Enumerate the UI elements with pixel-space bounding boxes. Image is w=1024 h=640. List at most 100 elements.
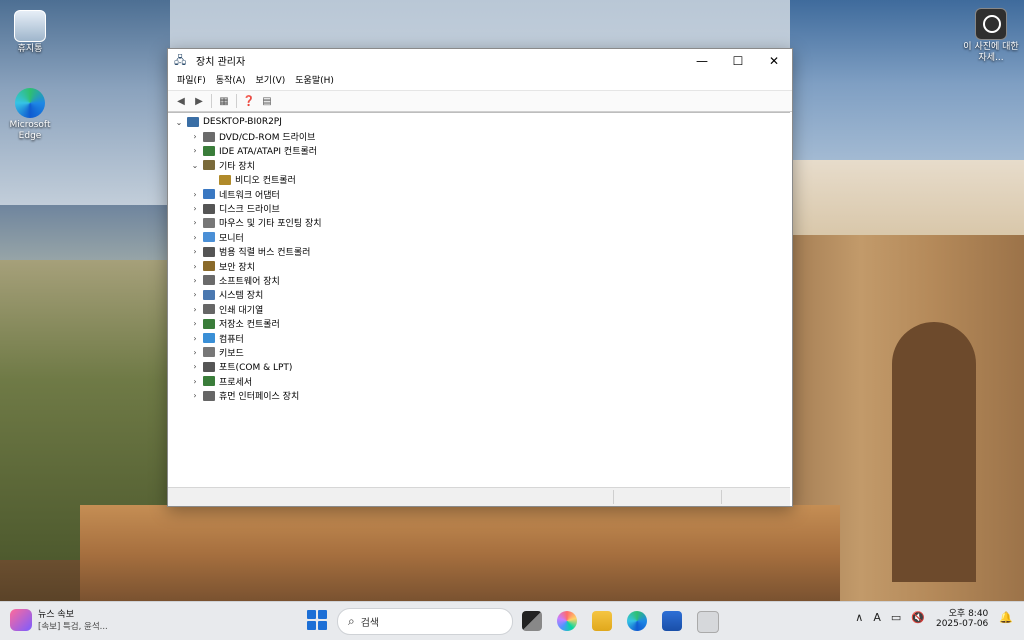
tree-category[interactable]: › IDE ATA/ATAPI 컨트롤러 bbox=[168, 144, 790, 158]
volume-muted-icon[interactable]: 🔇 bbox=[911, 611, 925, 624]
chevron-right-icon[interactable]: › bbox=[190, 276, 200, 285]
chevron-right-icon[interactable]: › bbox=[190, 334, 200, 343]
chevron-right-icon[interactable]: › bbox=[190, 319, 200, 328]
back-arrow-icon[interactable]: ◀ bbox=[172, 93, 190, 109]
tree-root-label: DESKTOP-BI0R2PJ bbox=[203, 117, 282, 128]
chevron-right-icon[interactable]: › bbox=[190, 290, 200, 299]
tree-category[interactable]: › 네트워크 어댑터 bbox=[168, 187, 790, 201]
tree-category[interactable]: ⌄ 기타 장치 bbox=[168, 158, 790, 172]
store-icon[interactable] bbox=[662, 611, 682, 631]
tree-category[interactable]: › 인쇄 대기열 bbox=[168, 302, 790, 316]
tree-category[interactable]: › 마우스 및 기타 포인팅 장치 bbox=[168, 216, 790, 230]
tree-item-label: 프로세서 bbox=[219, 377, 253, 388]
status-bar bbox=[168, 487, 790, 506]
tree-item-label: 시스템 장치 bbox=[219, 291, 264, 302]
close-button[interactable]: ✕ bbox=[756, 49, 792, 72]
chevron-right-icon[interactable]: › bbox=[190, 262, 200, 271]
search-icon: ⌕ bbox=[348, 614, 355, 628]
edge-icon[interactable] bbox=[627, 611, 647, 631]
chevron-right-icon[interactable]: › bbox=[190, 362, 200, 371]
desktop-icon-recycle-bin[interactable]: 휴지통 bbox=[0, 10, 60, 55]
wallpaper-cliff bbox=[80, 505, 840, 601]
news-widget[interactable]: 뉴스 속보 [속보] 특검, 윤석... bbox=[10, 607, 108, 632]
tree-category[interactable]: › 키보드 bbox=[168, 345, 790, 359]
file-explorer-icon[interactable] bbox=[592, 611, 612, 631]
edge-icon bbox=[15, 88, 45, 118]
maximize-button[interactable]: ☐ bbox=[720, 49, 756, 72]
chevron-down-icon[interactable]: ⌄ bbox=[174, 118, 184, 127]
minimize-button[interactable]: — bbox=[684, 49, 720, 72]
desktop-icon-edge[interactable]: Microsoft Edge bbox=[0, 88, 60, 142]
tree-category[interactable]: › DVD/CD-ROM 드라이브 bbox=[168, 129, 790, 143]
status-divider bbox=[613, 490, 614, 504]
view-panel-icon[interactable]: ▤ bbox=[258, 93, 276, 109]
tree-category[interactable]: › 저장소 컨트롤러 bbox=[168, 316, 790, 330]
device-category-icon bbox=[203, 189, 215, 200]
tree-item-label: 인쇄 대기열 bbox=[219, 305, 264, 316]
device-category-icon bbox=[203, 347, 215, 358]
chevron-right-icon[interactable]: › bbox=[190, 146, 200, 155]
ime-indicator[interactable]: A bbox=[873, 611, 881, 624]
news-icon bbox=[10, 608, 32, 631]
windows-logo-icon bbox=[307, 621, 316, 630]
tree-child-item[interactable]: 비디오 컨트롤러 bbox=[168, 173, 790, 187]
tree-category[interactable]: › 프로세서 bbox=[168, 374, 790, 388]
network-icon[interactable]: ▭ bbox=[891, 611, 901, 624]
windows-logo-icon bbox=[318, 621, 327, 630]
tree-category[interactable]: › 범용 직렬 버스 컨트롤러 bbox=[168, 245, 790, 259]
copilot-icon[interactable] bbox=[557, 611, 577, 631]
tree-item-label: 비디오 컨트롤러 bbox=[235, 176, 296, 187]
menu-file[interactable]: 파일(F) bbox=[172, 72, 211, 90]
device-category-icon bbox=[203, 390, 215, 401]
toolbar: ◀ ▶ ▦ ❓ ▤ bbox=[168, 90, 792, 112]
search-box[interactable]: ⌕ 검색 bbox=[337, 608, 513, 635]
menu-view[interactable]: 보기(V) bbox=[251, 72, 291, 90]
chevron-right-icon[interactable]: › bbox=[190, 233, 200, 242]
tree-category[interactable]: › 휴먼 인터페이스 장치 bbox=[168, 388, 790, 402]
tree-category[interactable]: › 컴퓨터 bbox=[168, 331, 790, 345]
chevron-right-icon[interactable]: › bbox=[190, 377, 200, 386]
recycle-bin-icon bbox=[14, 10, 46, 42]
chevron-right-icon[interactable]: › bbox=[190, 204, 200, 213]
device-category-icon bbox=[203, 160, 215, 171]
taskbar: 뉴스 속보 [속보] 특검, 윤석... ⌕ 검색 ∧ A ▭ 🔇 오후 8:4… bbox=[0, 601, 1024, 640]
chevron-right-icon[interactable]: › bbox=[190, 305, 200, 314]
desktop-icon-about-picture[interactable]: 이 사진에 대한 자세... bbox=[958, 8, 1024, 64]
wallpaper-town bbox=[790, 160, 1024, 240]
device-category-icon bbox=[219, 174, 231, 185]
clock[interactable]: 오후 8:40 2025-07-06 bbox=[936, 606, 988, 629]
tree-root[interactable]: ⌄ DESKTOP-BI0R2PJ bbox=[168, 115, 790, 129]
chevron-right-icon[interactable]: › bbox=[190, 218, 200, 227]
chevron-right-icon[interactable]: › bbox=[190, 132, 200, 141]
tree-item-label: 소프트웨어 장치 bbox=[219, 276, 280, 287]
chevron-right-icon[interactable]: › bbox=[190, 391, 200, 400]
forward-arrow-icon[interactable]: ▶ bbox=[190, 93, 208, 109]
toolbar-separator bbox=[236, 94, 237, 108]
tree-category[interactable]: › 모니터 bbox=[168, 230, 790, 244]
chevron-right-icon[interactable]: › bbox=[190, 190, 200, 199]
tree-category[interactable]: › 시스템 장치 bbox=[168, 288, 790, 302]
start-button[interactable] bbox=[307, 610, 327, 630]
device-manager-taskbar-icon[interactable] bbox=[697, 611, 719, 633]
device-category-icon bbox=[203, 203, 215, 214]
task-view-icon[interactable] bbox=[522, 611, 542, 631]
notification-icon[interactable]: 🔔 bbox=[999, 611, 1013, 624]
device-manager-window: 🖧 장치 관리자 — ☐ ✕ 파일(F) 동작(A) 보기(V) 도움말(H) … bbox=[167, 48, 793, 507]
tree-category[interactable]: › 포트(COM & LPT) bbox=[168, 360, 790, 374]
tree-item-label: IDE ATA/ATAPI 컨트롤러 bbox=[219, 147, 318, 158]
chevron-right-icon[interactable]: › bbox=[190, 247, 200, 256]
tree-category[interactable]: › 디스크 드라이브 bbox=[168, 201, 790, 215]
help-icon[interactable]: ❓ bbox=[240, 93, 258, 109]
desktop-icon-label: 휴지통 bbox=[17, 44, 43, 54]
chevron-down-icon[interactable]: ⌄ bbox=[190, 161, 200, 170]
device-category-icon bbox=[203, 217, 215, 228]
chevron-right-icon[interactable]: › bbox=[190, 348, 200, 357]
properties-icon[interactable]: ▦ bbox=[215, 93, 233, 109]
menu-help[interactable]: 도움말(H) bbox=[290, 72, 339, 90]
title-bar[interactable]: 🖧 장치 관리자 — ☐ ✕ bbox=[168, 49, 792, 72]
chevron-up-icon[interactable]: ∧ bbox=[855, 611, 863, 624]
tree-category[interactable]: › 소프트웨어 장치 bbox=[168, 273, 790, 287]
menu-action[interactable]: 동작(A) bbox=[211, 72, 251, 90]
clock-date: 2025-07-06 bbox=[935, 619, 989, 629]
tree-category[interactable]: › 보안 장치 bbox=[168, 259, 790, 273]
